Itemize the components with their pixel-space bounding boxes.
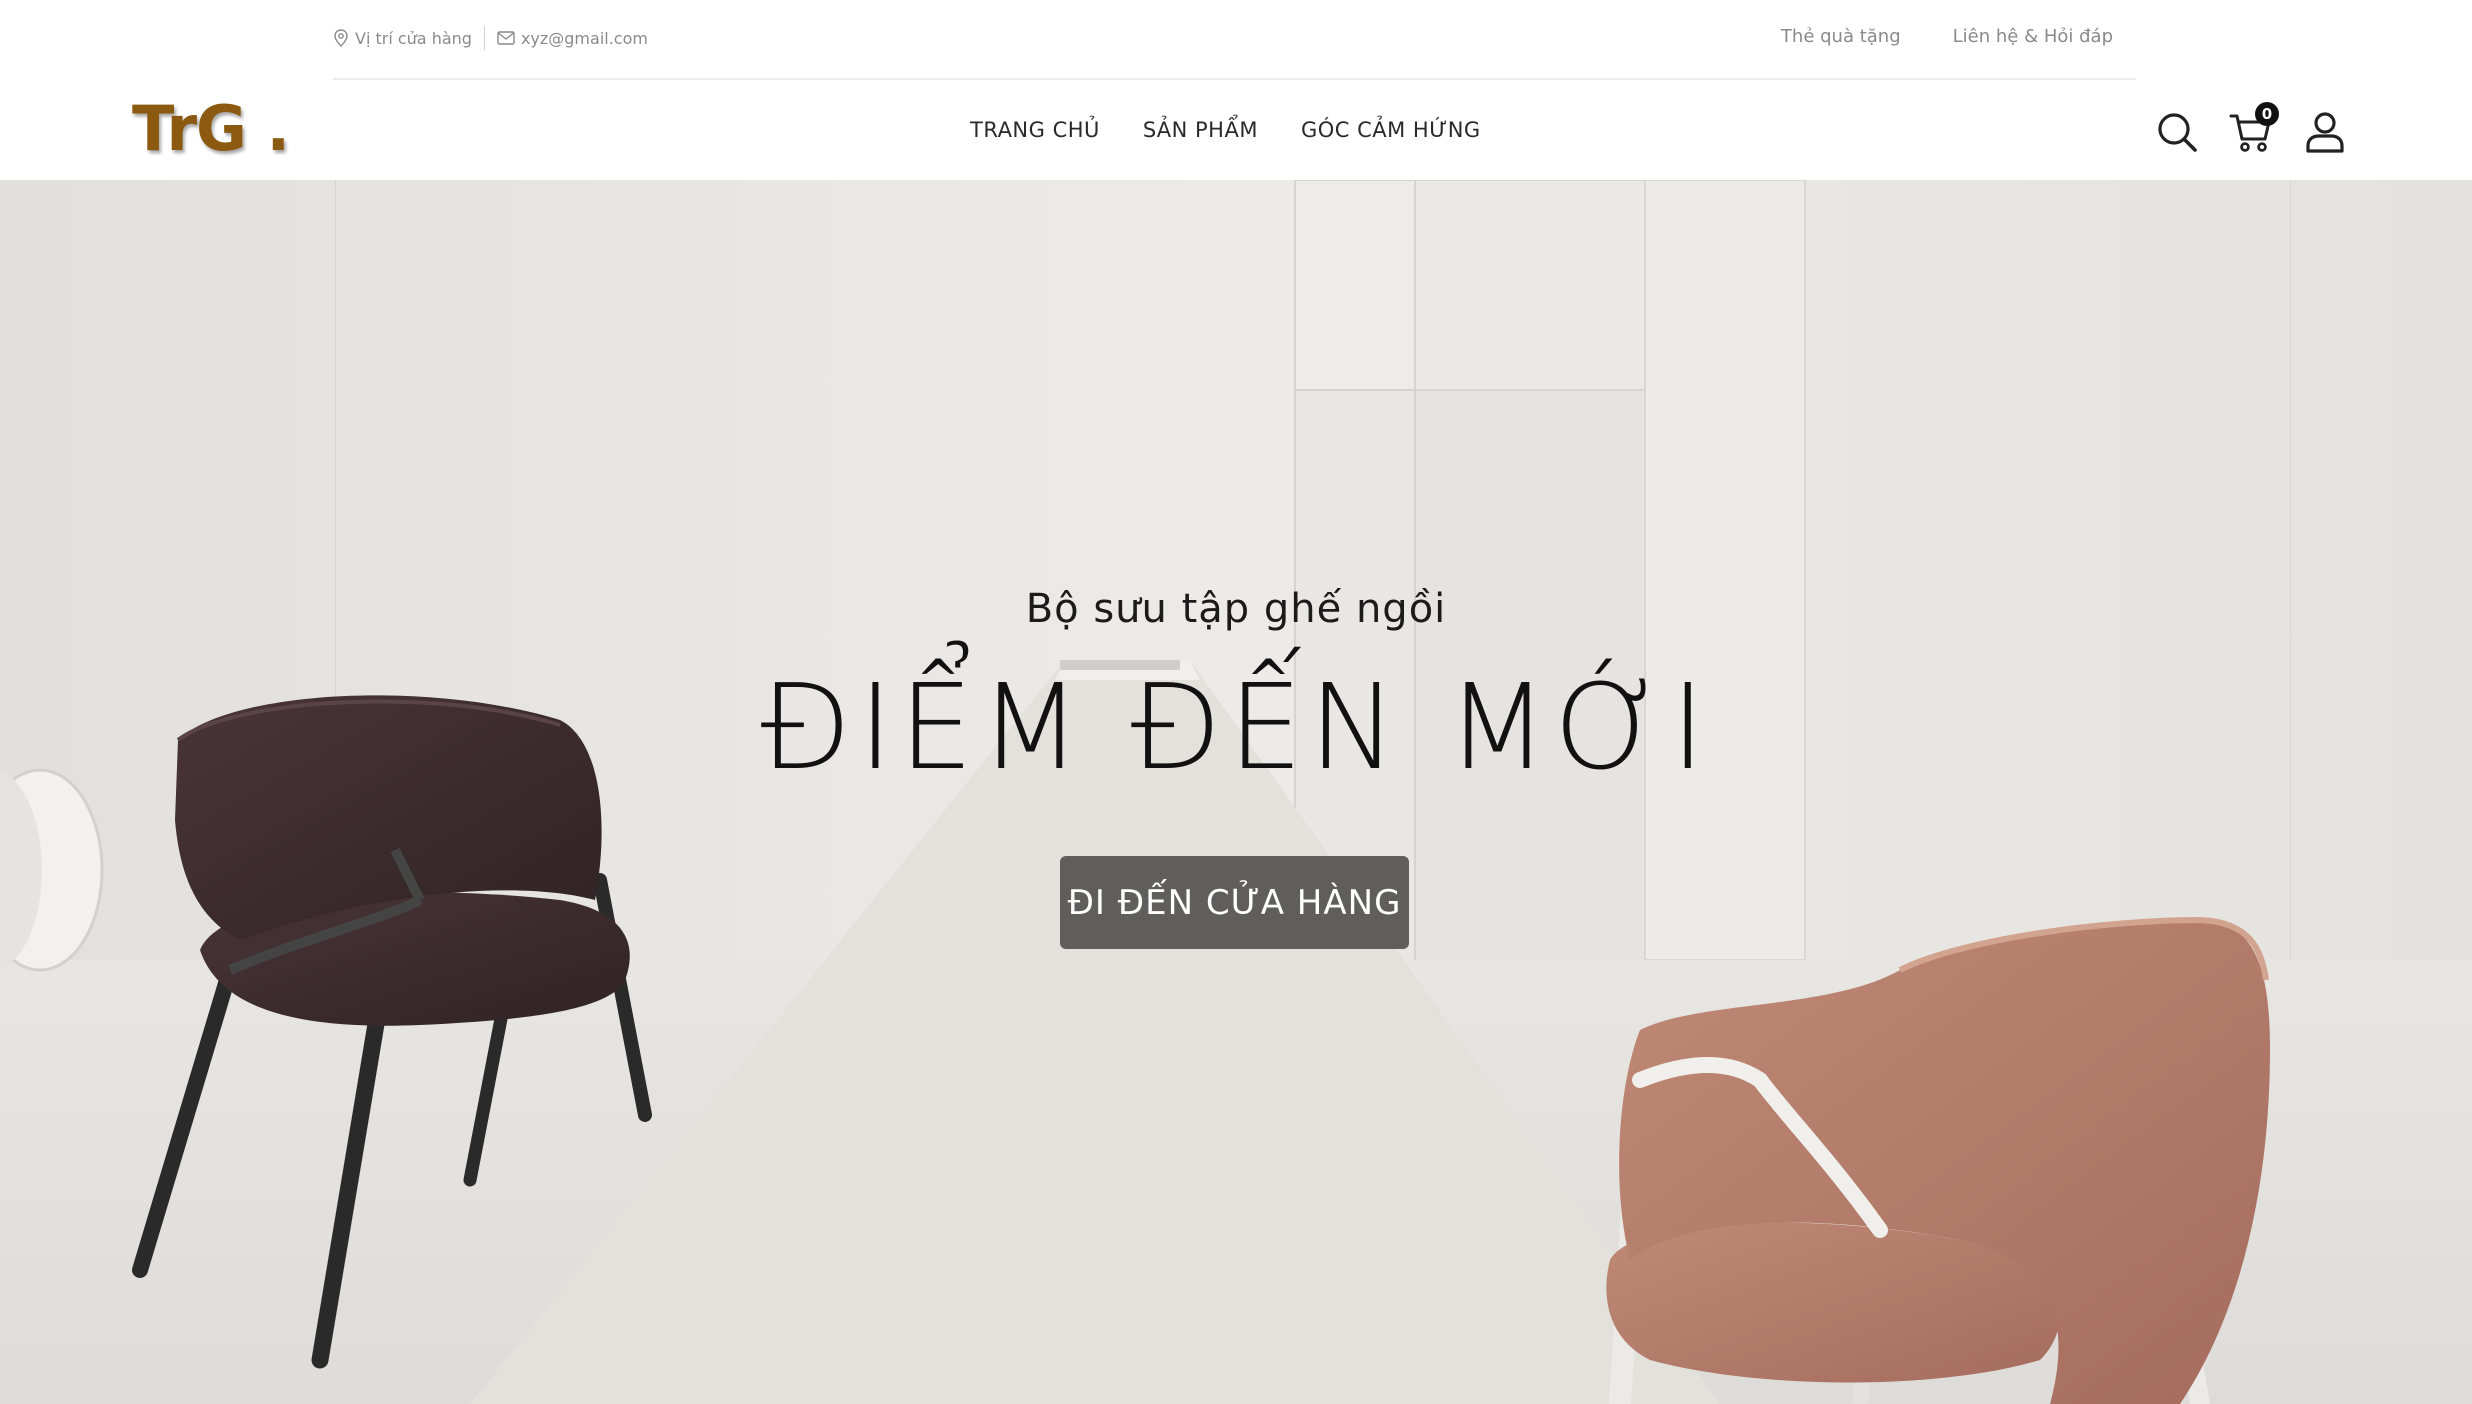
contact-faq-link[interactable]: Liên hệ & Hỏi đáp	[1953, 26, 2113, 47]
nav-item-inspiration[interactable]: GÓC CẢM HỨNG	[1301, 118, 1481, 142]
top-bar-contacts: Vị trí cửa hàng xyz@gmail.com	[333, 26, 648, 50]
top-bar: Vị trí cửa hàng xyz@gmail.com Thẻ quà tặ…	[0, 0, 2472, 80]
top-bar-inner: Vị trí cửa hàng xyz@gmail.com Thẻ quà tặ…	[333, 0, 2136, 80]
store-location-label: Vị trí cửa hàng	[355, 28, 472, 48]
cart-button[interactable]: 0	[2229, 102, 2279, 154]
top-bar-links: Thẻ quà tặng Liên hệ & Hỏi đáp	[1781, 26, 2113, 47]
location-pin-icon	[334, 29, 348, 47]
email-link[interactable]: xyz@gmail.com	[497, 29, 648, 48]
search-icon	[2158, 113, 2197, 152]
header-icons: 0	[2155, 102, 2347, 154]
nav-item-products[interactable]: SẢN PHẨM	[1143, 118, 1258, 142]
main-nav: TRANG CHỦ SẢN PHẨM GÓC CẢM HỨNG	[970, 118, 1481, 142]
go-to-store-button[interactable]: ĐI ĐẾN CỬA HÀNG	[1060, 856, 1409, 949]
main-header: TrG . TRANG CHỦ SẢN PHẨM GÓC CẢM HỨNG 0	[0, 80, 2472, 180]
hero-title: ĐIỂM ĐẾN MỚI	[760, 658, 1712, 796]
hero-banner: Bộ sưu tập ghế ngồi ĐIỂM ĐẾN MỚI ĐI ĐẾN …	[0, 180, 2472, 1404]
hero-subtitle: Bộ sưu tập ghế ngồi	[1025, 586, 1447, 632]
user-icon	[2306, 112, 2344, 153]
mail-icon	[497, 31, 515, 45]
divider	[483, 26, 485, 50]
nav-item-home[interactable]: TRANG CHỦ	[970, 118, 1100, 142]
email-label: xyz@gmail.com	[520, 28, 648, 48]
gift-card-link[interactable]: Thẻ quà tặng	[1781, 26, 1901, 47]
search-button[interactable]	[2155, 110, 2199, 154]
store-location-link[interactable]: Vị trí cửa hàng	[333, 29, 472, 48]
cart-count-badge: 0	[2255, 102, 2279, 126]
logo[interactable]: TrG .	[132, 92, 290, 165]
account-button[interactable]	[2303, 110, 2347, 154]
